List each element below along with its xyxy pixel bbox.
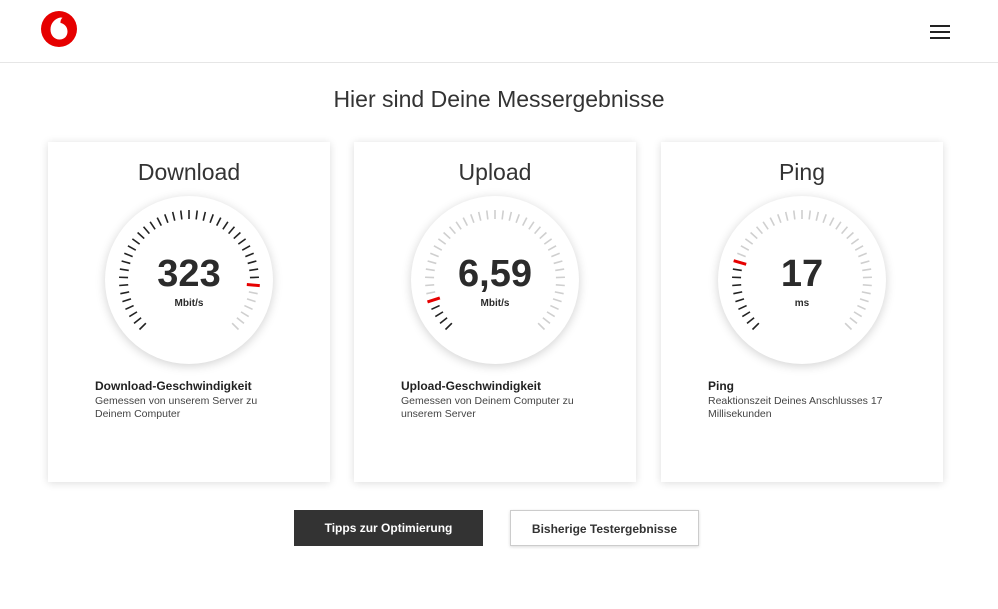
gauge-tick bbox=[508, 211, 513, 221]
gauge-tick bbox=[542, 317, 551, 324]
tips-optimization-button[interactable]: Tipps zur Optimierung bbox=[294, 510, 483, 546]
upload-description: Gemessen von Deinem Computer zu unserem … bbox=[401, 395, 574, 420]
gauge-tick bbox=[844, 322, 853, 331]
gauge-tick bbox=[127, 245, 137, 251]
gauge-tick bbox=[138, 322, 147, 331]
gauge-tick bbox=[769, 217, 776, 227]
gauge-tick bbox=[149, 221, 156, 230]
gauge-tick bbox=[222, 221, 229, 230]
gauge-tick bbox=[547, 245, 557, 251]
page-title: Hier sind Deine Messergebnisse bbox=[333, 86, 665, 112]
gauge-tick bbox=[215, 217, 222, 227]
gauge-tick bbox=[477, 211, 482, 221]
upload-gauge: 6,59 Mbit/s bbox=[411, 196, 579, 364]
gauge-tick bbox=[128, 311, 138, 318]
gauge-tick bbox=[209, 214, 214, 224]
download-heading: Download-Geschwindigkeit bbox=[95, 379, 252, 393]
ping-value: 17 bbox=[780, 253, 824, 295]
gauge-tick bbox=[543, 238, 553, 245]
download-panel: Download 323 Mbit/s Download-Geschwindig… bbox=[48, 142, 330, 482]
gauge-tick bbox=[808, 210, 812, 220]
gauge-tick bbox=[240, 311, 250, 318]
gauge-tick bbox=[854, 245, 864, 251]
gauge-tick bbox=[439, 317, 448, 324]
gauge-tick bbox=[437, 238, 447, 245]
ping-panel: Ping 17 ms Ping Reaktionszeit Deines Ans… bbox=[661, 142, 943, 482]
gauge-tick bbox=[537, 322, 546, 331]
gauge-tick bbox=[744, 238, 754, 245]
gauge-tick bbox=[202, 211, 207, 221]
gauge-tick bbox=[470, 214, 475, 224]
gauge-tick bbox=[853, 311, 863, 318]
gauge-tick bbox=[131, 238, 141, 245]
gauge-tick bbox=[455, 221, 462, 230]
upload-value: 6,59 bbox=[458, 253, 532, 295]
gauge-tick bbox=[228, 226, 236, 235]
ping-gauge: 17 ms bbox=[718, 196, 886, 364]
gauge-tick bbox=[237, 238, 247, 245]
upload-unit: Mbit/s bbox=[480, 298, 510, 309]
hamburger-menu-icon[interactable] bbox=[926, 20, 954, 44]
gauge-tick bbox=[777, 214, 782, 224]
gauge-tick bbox=[822, 214, 827, 224]
gauge-tick bbox=[846, 231, 854, 240]
gauge-tick bbox=[233, 231, 241, 240]
gauge-tick bbox=[850, 238, 860, 245]
ping-unit: ms bbox=[794, 298, 810, 309]
gauge-tick bbox=[534, 226, 542, 235]
gauge-tick bbox=[241, 245, 251, 251]
gauge-tick bbox=[751, 322, 760, 331]
gauge-tick bbox=[434, 311, 444, 318]
gauge-tick bbox=[179, 210, 183, 220]
ping-description: Reaktionszeit Deines Anschlusses 17 Mill… bbox=[708, 395, 883, 420]
gauge-tick bbox=[433, 245, 443, 251]
gauge-tick bbox=[521, 217, 528, 227]
gauge-tick bbox=[755, 226, 763, 235]
gauge-tick bbox=[746, 317, 755, 324]
gauge-tick bbox=[171, 211, 176, 221]
gauge-tick bbox=[741, 311, 751, 318]
gauge-tick bbox=[444, 322, 453, 331]
gauge-tick bbox=[448, 226, 456, 235]
gauge-tick bbox=[815, 211, 820, 221]
gauge-tick bbox=[501, 210, 505, 220]
gauge-tick bbox=[539, 231, 547, 240]
gauge-tick bbox=[546, 311, 556, 318]
panel-title-ping: Ping bbox=[778, 159, 826, 185]
previous-results-button[interactable]: Bisherige Testergebnisse bbox=[510, 510, 699, 546]
gauge-tick bbox=[195, 210, 199, 220]
panel-title-download: Download bbox=[137, 159, 241, 185]
upload-panel: Upload 6,59 Mbit/s Upload-Geschwindigkei… bbox=[354, 142, 636, 482]
gauge-tick bbox=[784, 211, 789, 221]
gauge-tick bbox=[485, 210, 489, 220]
download-value: 323 bbox=[157, 253, 221, 295]
gauge-tick bbox=[142, 226, 150, 235]
download-unit: Mbit/s bbox=[174, 298, 204, 309]
gauge-tick bbox=[835, 221, 842, 230]
gauge-tick bbox=[762, 221, 769, 230]
gauge-tick bbox=[443, 231, 451, 240]
gauge-tick bbox=[236, 317, 245, 324]
download-description: Gemessen von unserem Server zu Deinem Co… bbox=[95, 395, 258, 420]
gauge-tick bbox=[792, 210, 796, 220]
gauge-tick bbox=[164, 214, 169, 224]
gauge-tick bbox=[841, 226, 849, 235]
gauge-tick bbox=[137, 231, 145, 240]
vodafone-logo-icon[interactable] bbox=[41, 11, 77, 47]
gauge-tick bbox=[231, 322, 240, 331]
gauge-tick bbox=[515, 214, 520, 224]
ping-heading: Ping bbox=[708, 379, 734, 393]
gauge-tick bbox=[750, 231, 758, 240]
gauge-tick bbox=[828, 217, 835, 227]
top-navigation-bar bbox=[0, 0, 998, 63]
gauge-tick bbox=[740, 245, 750, 251]
upload-heading: Upload-Geschwindigkeit bbox=[401, 379, 542, 393]
gauge-tick bbox=[156, 217, 163, 227]
download-gauge: 323 Mbit/s bbox=[105, 196, 273, 364]
gauge-tick bbox=[462, 217, 469, 227]
gauge-tick bbox=[528, 221, 535, 230]
gauge-tick bbox=[849, 317, 858, 324]
panel-title-upload: Upload bbox=[458, 159, 532, 185]
gauge-tick bbox=[133, 317, 142, 324]
